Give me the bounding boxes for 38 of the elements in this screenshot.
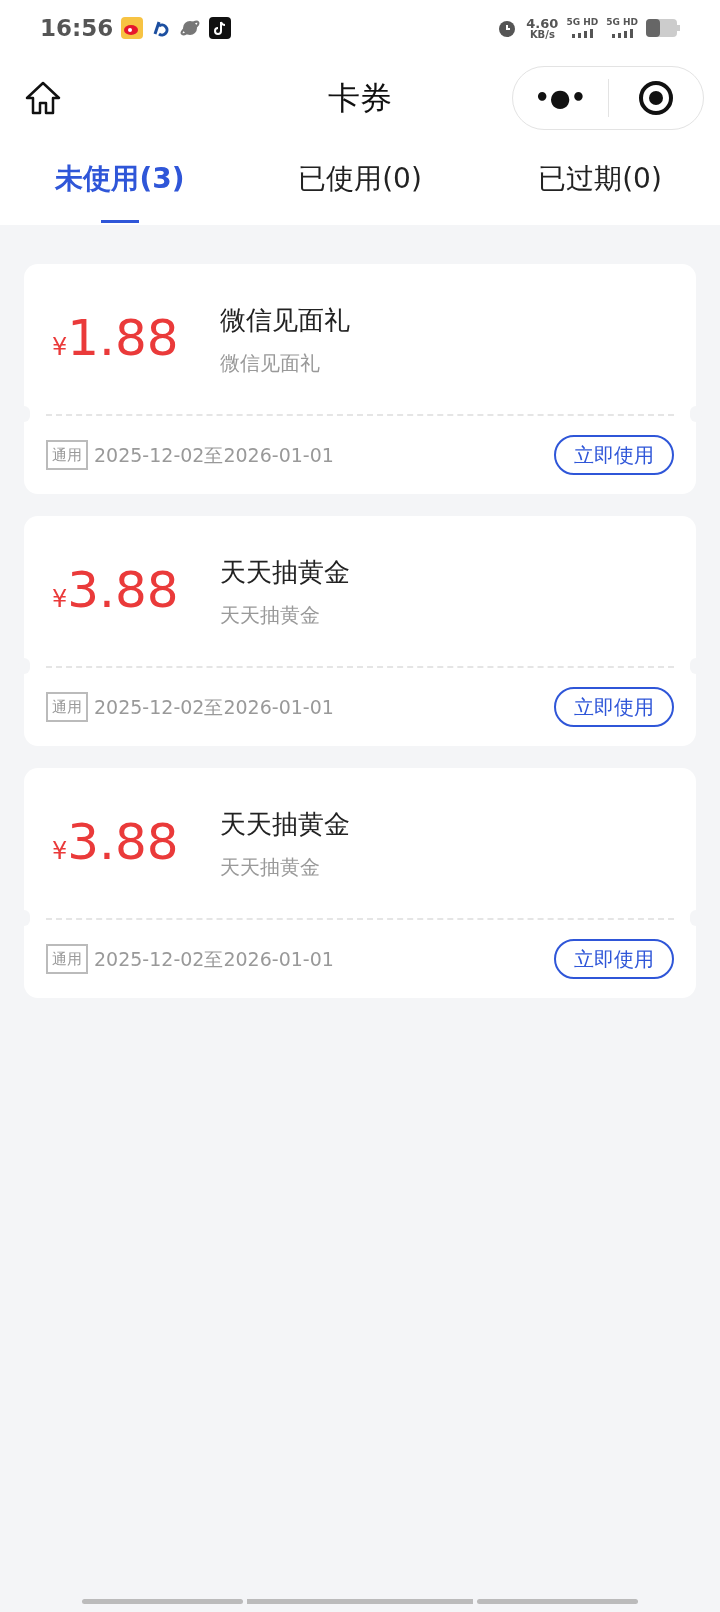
network-type: 5G HD [566,18,599,27]
usage-tag: 通用 [46,439,88,471]
coupon-amount: 1.88 [67,313,179,363]
home-icon[interactable] [24,80,62,116]
weibo-app-icon [121,17,144,39]
currency-symbol: ¥ [52,836,68,867]
speed-unit: KB/s [529,29,555,40]
more-button[interactable]: •●• [513,80,608,116]
network-type: 5G HD [606,18,638,27]
use-now-button[interactable]: 立即使用 [554,939,674,979]
coupon-subtitle: 天天抽黄金 [220,853,321,881]
coupon-amount: 3.88 [67,565,179,615]
coupon-subtitle: 天天抽黄金 [220,601,321,629]
battery-icon [646,19,680,37]
currency-symbol: ¥ [52,584,68,615]
network-speed: 4.60 [526,16,559,30]
music-note-app-icon [209,17,232,39]
status-time: 16:56 [40,13,114,43]
signal-icon [610,29,635,38]
tab[interactable]: 已使用(0) [240,140,480,225]
use-now-button[interactable]: 立即使用 [554,435,674,475]
page-title: 卡券 [328,78,392,119]
currency-symbol: ¥ [52,332,68,363]
tab[interactable]: 已过期(0) [480,140,720,225]
validity-period: 2025-12-02至2026-01-01 [94,694,334,720]
signal-icon [570,29,595,38]
usage-tag: 通用 [46,691,88,723]
close-target-icon[interactable] [637,80,674,116]
tab[interactable]: 未使用(3) [0,140,240,225]
usage-tag: 通用 [46,943,88,975]
validity-period: 2025-12-02至2026-01-01 [94,442,334,468]
coupon-name: 天天抽黄金 [220,807,350,841]
validity-period: 2025-12-02至2026-01-01 [94,946,334,972]
coupon-subtitle: 微信见面礼 [220,349,321,377]
coupon-amount: 3.88 [67,817,179,867]
coupon-name: 微信见面礼 [220,303,350,337]
coupon-name: 天天抽黄金 [220,555,350,589]
use-now-button[interactable]: 立即使用 [554,687,674,727]
